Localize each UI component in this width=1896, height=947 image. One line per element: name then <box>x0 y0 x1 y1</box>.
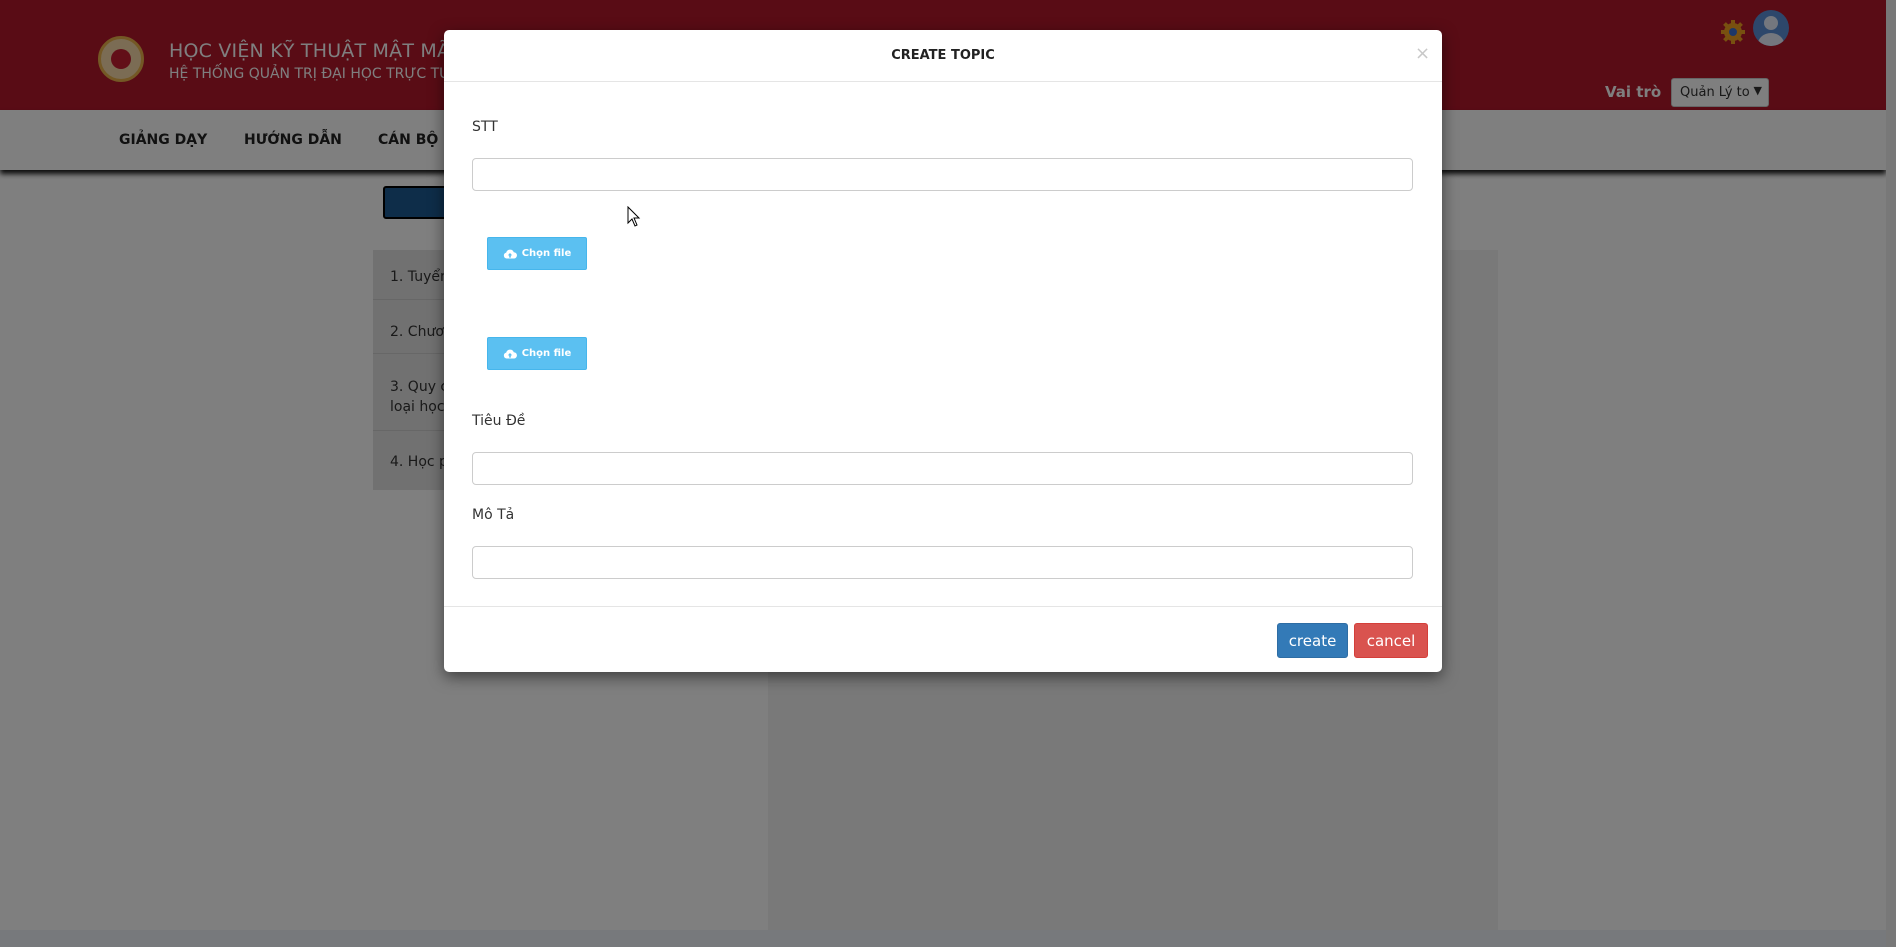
stt-input[interactable] <box>472 158 1413 191</box>
cancel-button[interactable]: cancel <box>1354 623 1428 658</box>
cloud-upload-icon <box>503 349 517 358</box>
modal-header: CREATE TOPIC × <box>444 30 1442 82</box>
tieu-de-input[interactable] <box>472 452 1413 485</box>
choose-file-label: Chọn file <box>521 348 572 359</box>
stt-label: STT <box>472 119 498 135</box>
mo-ta-label: Mô Tả <box>472 507 515 523</box>
create-button[interactable]: create <box>1277 623 1348 658</box>
close-icon[interactable]: × <box>1415 43 1430 64</box>
mo-ta-input[interactable] <box>472 546 1413 579</box>
choose-file-label: Chọn file <box>521 248 572 259</box>
choose-file-button[interactable]: Chọn file <box>487 337 587 370</box>
modal-footer-divider <box>444 606 1442 607</box>
choose-file-button[interactable]: Chọn file <box>487 237 587 270</box>
cloud-upload-icon <box>503 249 517 258</box>
tieu-de-label: Tiêu Đề <box>472 413 526 429</box>
create-topic-modal: CREATE TOPIC × STT Chọn file Chọn file T… <box>444 30 1442 672</box>
modal-title: CREATE TOPIC <box>891 48 995 63</box>
mouse-cursor-icon <box>627 206 641 227</box>
